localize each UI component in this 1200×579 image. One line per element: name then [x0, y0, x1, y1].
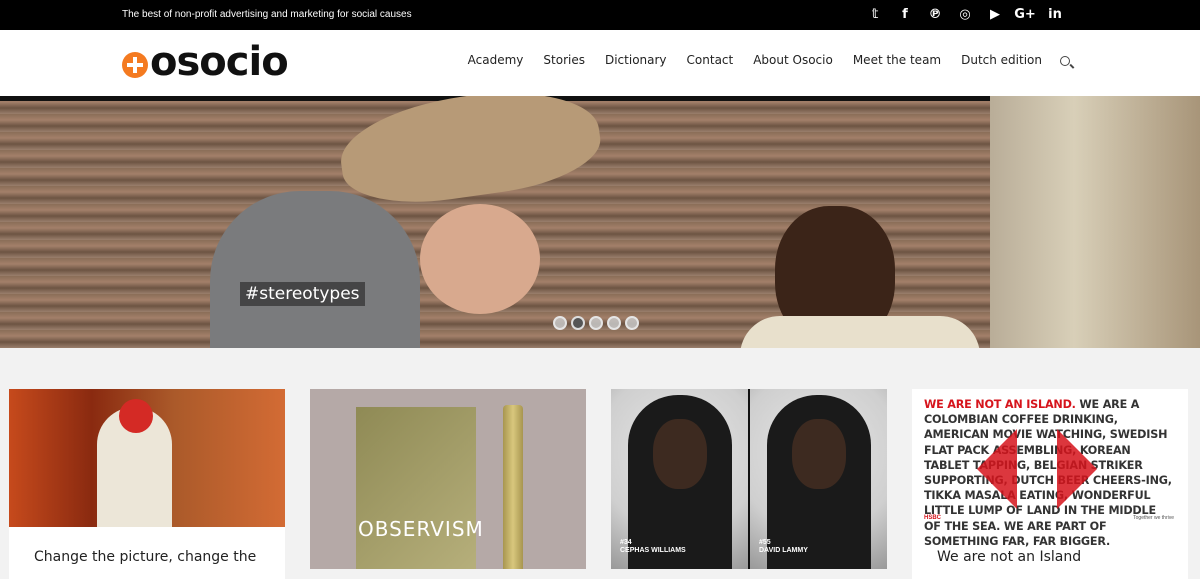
card-image-face [792, 419, 846, 489]
card-image-box [356, 407, 476, 569]
article-card[interactable]: #34 CEPHAS WILLIAMS #55 DAVID LAMMY [611, 389, 887, 569]
hero-hashtag[interactable]: #stereotypes [240, 282, 365, 306]
site-tagline: The best of non-profit advertising and m… [122, 9, 412, 20]
instagram-icon[interactable]: ◎ [950, 7, 980, 23]
pinterest-icon[interactable]: ℗ [920, 7, 950, 23]
brand-logo: HSBC [924, 515, 942, 521]
top-bar: The best of non-profit advertising and m… [0, 0, 1200, 30]
hero-image-woman-face [420, 204, 540, 314]
nav-about[interactable]: About Osocio [753, 53, 833, 67]
main-nav: Academy Stories Dictionary Contact About… [448, 53, 1070, 67]
nav-stories[interactable]: Stories [543, 53, 585, 67]
card-image[interactable] [9, 389, 285, 527]
logo-text: osocio [150, 39, 289, 85]
hero-image-boy-shirt [740, 316, 980, 348]
brand-slogan: Together we thrive [1133, 515, 1174, 521]
site-logo[interactable]: osocio [122, 39, 289, 85]
nav-contact[interactable]: Contact [687, 53, 734, 67]
hero-image-hat [334, 96, 606, 214]
card-image-text: OBSERVISM [358, 517, 484, 541]
logo-plus-icon [122, 52, 148, 78]
article-card[interactable]: OBSERVISM [310, 389, 586, 569]
google-plus-icon[interactable]: G+ [1010, 7, 1040, 23]
slider-dot[interactable] [589, 316, 603, 330]
card-image[interactable]: OBSERVISM [310, 389, 586, 569]
nav-dictionary[interactable]: Dictionary [605, 53, 667, 67]
hero-image-wall [990, 96, 1200, 348]
card-image[interactable]: WE ARE NOT AN ISLAND. WE ARE A COLOMBIAN… [912, 389, 1188, 548]
card-image-headwrap [119, 399, 153, 433]
search-icon[interactable] [1060, 56, 1070, 66]
hero-image-woman [210, 191, 420, 348]
site-header: osocio Academy Stories Dictionary Contac… [0, 30, 1200, 96]
hero-slider[interactable]: #stereotypes [0, 96, 1200, 348]
facebook-icon[interactable]: f [890, 7, 920, 23]
social-links: 𝕥 f ℗ ◎ ▶ G+ in [860, 7, 1070, 23]
slider-dot[interactable] [625, 316, 639, 330]
card-image-caption: #55 DAVID LAMMY [759, 539, 808, 554]
card-title[interactable]: Change the picture, change the [34, 549, 256, 565]
hsbc-hexagon-icon [957, 429, 1117, 509]
slider-dot[interactable] [607, 316, 621, 330]
slider-dots [553, 316, 639, 330]
slider-dot-active[interactable] [571, 316, 585, 330]
article-card[interactable]: WE ARE NOT AN ISLAND. WE ARE A COLOMBIAN… [912, 389, 1188, 579]
card-image-tube [503, 405, 523, 569]
card-image-face [653, 419, 707, 489]
poster-headline: WE ARE NOT AN ISLAND. [924, 398, 1076, 411]
twitter-icon[interactable]: 𝕥 [860, 7, 890, 23]
linkedin-icon[interactable]: in [1040, 7, 1070, 23]
card-title[interactable]: We are not an Island [937, 549, 1081, 565]
card-image-caption: #34 CEPHAS WILLIAMS [620, 539, 686, 554]
nav-meet-team[interactable]: Meet the team [853, 53, 941, 67]
card-image[interactable]: #34 CEPHAS WILLIAMS #55 DAVID LAMMY [611, 389, 887, 569]
nav-dutch-edition[interactable]: Dutch edition [961, 53, 1042, 67]
slider-dot[interactable] [553, 316, 567, 330]
youtube-icon[interactable]: ▶ [980, 7, 1010, 23]
nav-academy[interactable]: Academy [468, 53, 524, 67]
article-card[interactable]: Change the picture, change the [9, 389, 285, 579]
